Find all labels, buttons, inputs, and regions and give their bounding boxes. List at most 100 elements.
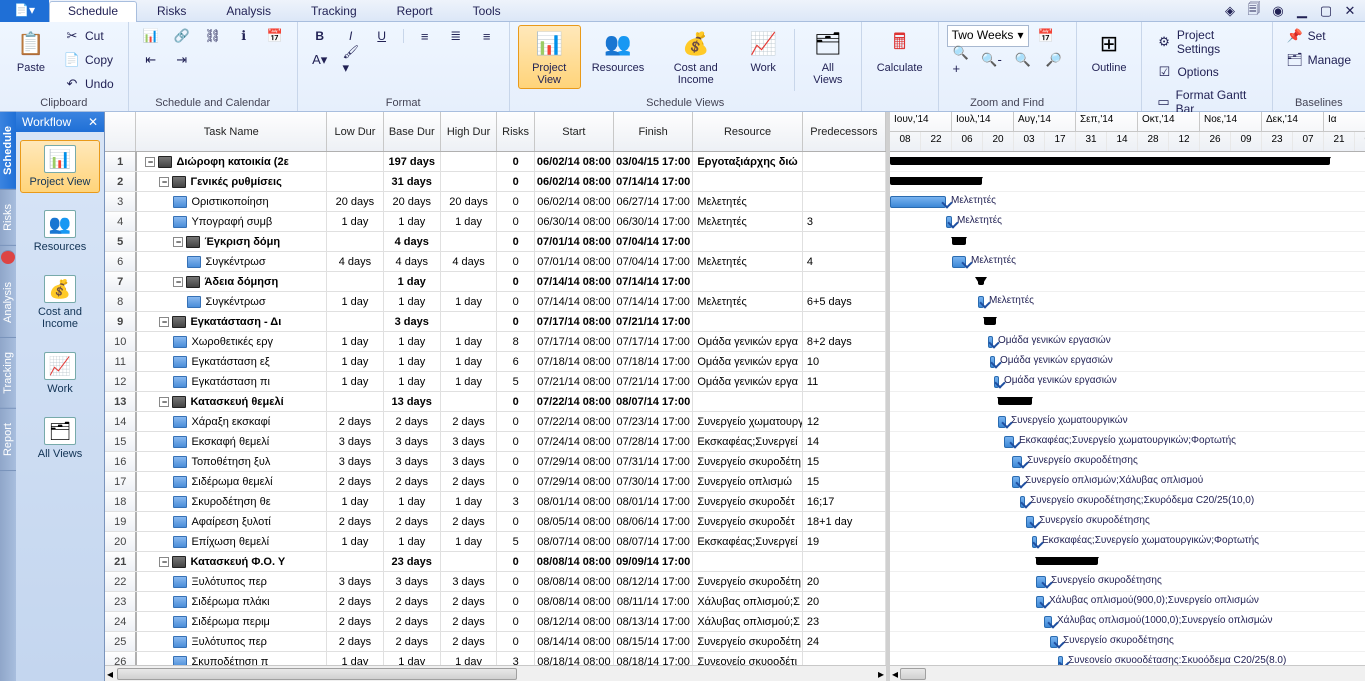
task-row[interactable]: 20Επίχωση θεμελί1 day1 day1 day508/07/14… xyxy=(105,532,886,552)
gantt-bar[interactable] xyxy=(890,177,982,185)
find-btn[interactable]: 🔎 xyxy=(1040,49,1068,71)
gantt-bar[interactable]: Συνεργείο χωματουργικών xyxy=(998,416,1006,428)
gantt-bar[interactable]: Συνεργείο σκυροδέτησης;Σκυρόδεμα C20/25(… xyxy=(1020,496,1025,508)
task-row[interactable]: 19Αφαίρεση ξυλοτί2 days2 days2 days008/0… xyxy=(105,512,886,532)
side-tab-tracking[interactable]: Tracking xyxy=(0,338,16,409)
gantt-bar[interactable]: Χάλυβας οπλισμού(900,0);Συνεργείο οπλισμ… xyxy=(1036,596,1044,608)
align-left[interactable]: ≡ xyxy=(411,25,439,47)
left-btn[interactable]: ⇤ xyxy=(137,49,165,71)
collapse-icon[interactable]: − xyxy=(159,557,169,567)
task-row[interactable]: 6Συγκέντρωσ4 days4 days4 days007/01/14 0… xyxy=(105,252,886,272)
undo-button[interactable]: ↶Undo xyxy=(58,73,120,95)
font-color[interactable]: A▾ xyxy=(306,49,334,71)
restore-icon[interactable]: ▢ xyxy=(1317,3,1335,19)
gantt-h-scroll[interactable]: ◂▸ xyxy=(890,665,1365,681)
task-row[interactable]: 12Εγκατάσταση πι1 day1 day1 day507/21/14… xyxy=(105,372,886,392)
col-header[interactable]: Predecessors xyxy=(803,112,886,151)
task-row[interactable]: 4Υπογραφή συμβ1 day1 day1 day006/30/14 0… xyxy=(105,212,886,232)
align-right[interactable]: ≡ xyxy=(473,25,501,47)
btn-1[interactable]: 📊 xyxy=(137,25,165,47)
collapse-icon[interactable]: − xyxy=(159,397,169,407)
gantt-bar[interactable]: Χάλυβας οπλισμού(1000,0);Συνεργείο οπλισ… xyxy=(1044,616,1052,628)
gantt-bar[interactable]: Μελετητές xyxy=(978,296,984,308)
side-tab-schedule[interactable]: Schedule xyxy=(0,112,16,190)
gantt-bar[interactable] xyxy=(978,277,984,285)
gantt-bar[interactable] xyxy=(984,317,996,325)
wf-cost-and-income[interactable]: 💰Cost and Income xyxy=(20,270,100,335)
gantt-bar[interactable]: Μελετητές xyxy=(890,196,946,208)
icon-b[interactable]: 🗐 xyxy=(1245,3,1263,19)
gantt-bar[interactable]: Εκσκαφέας;Συνεργείο χωματουργικών;Φορτωτ… xyxy=(1032,536,1037,548)
calculate-btn[interactable]: 🖩Calculate xyxy=(870,25,930,77)
col-header[interactable]: Risks xyxy=(497,112,534,151)
menu-analysis[interactable]: Analysis xyxy=(206,4,291,18)
task-row[interactable]: 15Εκσκαφή θεμελί3 days3 days3 days007/24… xyxy=(105,432,886,452)
gantt-bar[interactable] xyxy=(1036,557,1098,565)
task-row[interactable]: 2−Γενικές ρυθμίσεις31 days006/02/14 08:0… xyxy=(105,172,886,192)
grid-h-scroll[interactable]: ◂▸ xyxy=(105,665,886,681)
work-btn[interactable]: 📈Work xyxy=(740,25,786,77)
resources-btn[interactable]: 👥Resources xyxy=(585,25,652,77)
wf-work[interactable]: 📈Work xyxy=(20,347,100,400)
task-row[interactable]: 22Ξυλότυπος περ3 days3 days3 days008/08/… xyxy=(105,572,886,592)
workflow-close[interactable]: ✕ xyxy=(88,115,98,129)
copy-button[interactable]: 📄Copy xyxy=(58,49,120,71)
help-icon[interactable]: ◉ xyxy=(1269,3,1287,19)
grid-body[interactable]: 1−Διώροφη κατοικία (2ε197 days006/02/14 … xyxy=(105,152,886,665)
col-header[interactable] xyxy=(105,112,136,151)
project-settings[interactable]: ⚙Project Settings xyxy=(1150,25,1263,59)
col-header[interactable]: High Dur xyxy=(441,112,498,151)
collapse-icon[interactable]: − xyxy=(145,157,155,167)
col-header[interactable]: Low Dur xyxy=(327,112,384,151)
task-row[interactable]: 13−Κατασκευή θεμελί13 days007/22/14 08:0… xyxy=(105,392,886,412)
task-row[interactable]: 25Ξυλότυπος περ2 days2 days2 days008/14/… xyxy=(105,632,886,652)
gantt-bar[interactable]: Συνεργείο σκυροδέτησης xyxy=(1026,516,1034,528)
task-row[interactable]: 26Σκυποδέτηση π1 day1 day1 day308/18/14 … xyxy=(105,652,886,665)
task-row[interactable]: 21−Κατασκευή Φ.Ο. Υ23 days008/08/14 08:0… xyxy=(105,552,886,572)
gantt-bar[interactable]: Ομάδα γενικών εργασιών xyxy=(994,376,999,388)
col-header[interactable]: Resource xyxy=(693,112,803,151)
file-menu[interactable]: 📄▾ xyxy=(0,0,49,22)
menu-report[interactable]: Report xyxy=(377,4,453,18)
gantt-bar[interactable]: Συνεργείο οπλισμών;Χάλυβας οπλισμού xyxy=(1012,476,1020,488)
right-btn[interactable]: ⇥ xyxy=(168,49,196,71)
paste-button[interactable]: 📋Paste xyxy=(8,25,54,77)
icon-a[interactable]: ◈ xyxy=(1221,3,1239,19)
gantt-bar[interactable]: Συνεργείο σκυροδέτησης xyxy=(1036,576,1046,588)
gantt-bar[interactable]: Εκσκαφέας;Συνεργείο χωματουργικών;Φορτωτ… xyxy=(1004,436,1014,448)
col-header[interactable]: Task Name xyxy=(136,112,327,151)
col-header[interactable]: Start xyxy=(535,112,614,151)
align-center[interactable]: ≣ xyxy=(442,25,470,47)
task-row[interactable]: 1−Διώροφη κατοικία (2ε197 days006/02/14 … xyxy=(105,152,886,172)
cost-income-btn[interactable]: 💰Cost and Income xyxy=(655,25,736,89)
task-row[interactable]: 18Σκυροδέτηση θε1 day1 day1 day308/01/14… xyxy=(105,492,886,512)
task-row[interactable]: 9−Εγκατάσταση - Δι3 days007/17/14 08:000… xyxy=(105,312,886,332)
cut-button[interactable]: ✂Cut xyxy=(58,25,120,47)
gantt-bar[interactable]: Συνεργείο σκυροδέτησης xyxy=(1012,456,1022,468)
wf-project-view[interactable]: 📊Project View xyxy=(20,140,100,193)
goto-btn[interactable]: 📅 xyxy=(1032,25,1060,47)
bold-btn[interactable]: B xyxy=(306,25,334,47)
wf-all-views[interactable]: 🗂All Views xyxy=(20,412,100,465)
zoom-in[interactable]: 🔍+ xyxy=(947,49,975,71)
side-tab-risks[interactable]: Risks xyxy=(0,190,16,246)
collapse-icon[interactable]: − xyxy=(159,177,169,187)
task-row[interactable]: 17Σιδέρωμα θεμελί2 days2 days2 days007/2… xyxy=(105,472,886,492)
close-icon[interactable]: ✕ xyxy=(1341,3,1359,19)
collapse-icon[interactable]: − xyxy=(159,317,169,327)
all-views-btn[interactable]: 🗂All Views xyxy=(803,25,853,89)
gantt-bar[interactable]: Ομάδα γενικών εργασιών xyxy=(990,356,995,368)
gantt-bar[interactable]: Μελετητές xyxy=(952,256,966,268)
btn-3[interactable]: ⛓ xyxy=(199,25,227,47)
task-row[interactable]: 24Σιδέρωμα περιμ2 days2 days2 days008/12… xyxy=(105,612,886,632)
col-header[interactable]: Finish xyxy=(614,112,693,151)
manage-baseline[interactable]: 🗂Manage xyxy=(1281,49,1357,71)
btn-2[interactable]: 🔗 xyxy=(168,25,196,47)
minimize-icon[interactable]: ▁ xyxy=(1293,3,1311,19)
zoom-out[interactable]: 🔍- xyxy=(978,49,1006,71)
zoom-fit[interactable]: 🔍 xyxy=(1009,49,1037,71)
options[interactable]: ☑Options xyxy=(1150,61,1224,83)
btn-4[interactable]: ℹ xyxy=(230,25,258,47)
underline-btn[interactable]: U xyxy=(368,25,396,47)
task-row[interactable]: 3Οριστικοποίηση20 days20 days20 days006/… xyxy=(105,192,886,212)
